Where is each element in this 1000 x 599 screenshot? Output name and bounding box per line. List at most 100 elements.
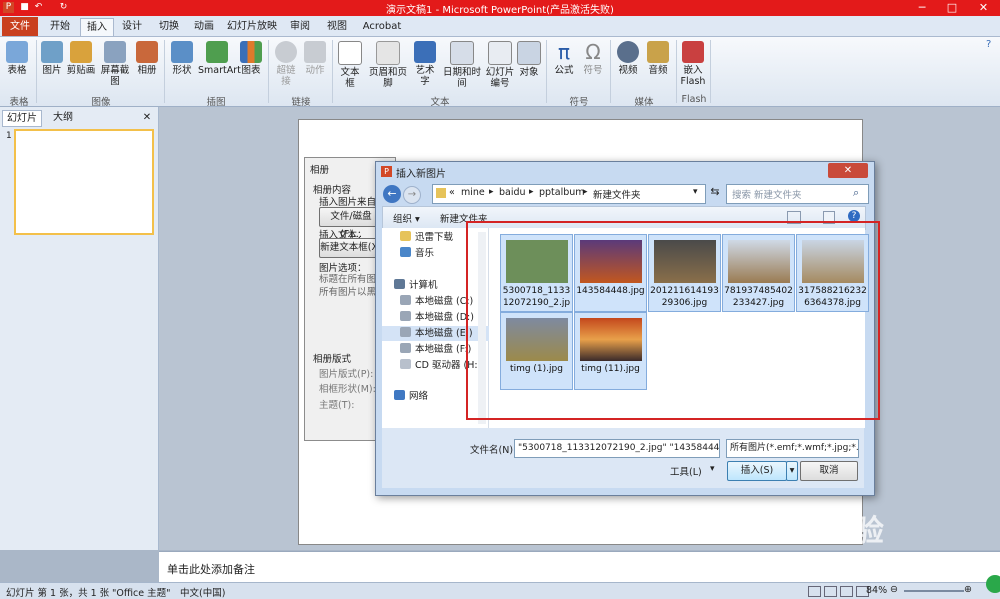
insert-dropdown-button[interactable]: ▾ <box>786 461 798 481</box>
zoom-in-icon[interactable]: ⊕ <box>964 584 972 595</box>
chart-button[interactable]: 图表 <box>238 41 264 76</box>
tab-view[interactable]: 视图 <box>321 18 353 35</box>
nav-item-xunlei[interactable]: 迅雷下载 <box>400 230 453 245</box>
minimize-button[interactable]: ─ <box>907 0 937 16</box>
header-footer-icon <box>376 41 400 65</box>
search-icon[interactable]: ⌕ <box>853 186 859 200</box>
file-disk-button[interactable]: 文件/磁盘(F)... <box>319 207 383 240</box>
object-button[interactable]: 对象 <box>516 41 542 78</box>
breadcrumb-mine[interactable]: mine <box>461 187 485 198</box>
close-icon[interactable]: ✕ <box>140 110 154 125</box>
chevron-down-icon[interactable]: ▾ <box>710 464 715 474</box>
breadcrumb-new-folder[interactable]: 新建文件夹 <box>593 187 641 201</box>
album-button[interactable]: 相册 <box>134 41 160 76</box>
nav-item-music[interactable]: 音乐 <box>400 246 434 261</box>
slide-number-button[interactable]: 幻灯片编号 <box>485 41 515 89</box>
tab-acrobat[interactable]: Acrobat <box>358 18 406 35</box>
zoom-out-icon[interactable]: ⊖ <box>890 584 898 595</box>
tools-button[interactable]: 工具(L) <box>670 464 702 478</box>
tab-outline[interactable]: 大纲 <box>44 110 82 125</box>
chevron-down-icon[interactable]: ▾ <box>693 187 698 197</box>
close-button[interactable]: ✕ <box>967 0 1000 16</box>
date-time-button[interactable]: 日期和时间 <box>440 41 484 89</box>
textbox-button[interactable]: 文本框 <box>336 41 364 89</box>
clipart-label: 剪贴画 <box>66 65 96 76</box>
breadcrumb-overflow[interactable]: « <box>449 187 455 198</box>
black-white-checkbox[interactable]: 所有图片以黑 <box>319 284 376 298</box>
audio-button[interactable]: 音频 <box>644 41 672 76</box>
group-separator <box>268 40 269 103</box>
maximize-button[interactable]: □ <box>937 0 967 16</box>
tab-insert[interactable]: 插入 <box>80 18 114 36</box>
insert-button[interactable]: 插入(S) <box>727 461 787 481</box>
smartart-button[interactable]: SmartArt <box>198 41 241 76</box>
breadcrumb-pptalbum[interactable]: pptalbum <box>539 187 585 198</box>
help-icon[interactable]: ? <box>986 39 991 50</box>
tab-slides[interactable]: 幻灯片 <box>2 110 42 127</box>
tab-transitions[interactable]: 切换 <box>153 18 185 35</box>
slide-thumbnail[interactable] <box>14 129 154 235</box>
cancel-button[interactable]: 取消 <box>800 461 858 481</box>
breadcrumb-baidu[interactable]: baidu <box>499 187 526 198</box>
chevron-right-icon[interactable]: ▸ <box>583 187 588 197</box>
chart-icon <box>240 41 262 63</box>
filename-label: 文件名(N): <box>470 445 517 456</box>
picture-label: 图片 <box>42 65 62 76</box>
chevron-right-icon[interactable]: ▸ <box>489 187 494 197</box>
network-icon <box>394 390 405 400</box>
video-button[interactable]: 视频 <box>614 41 642 76</box>
zoom-slider[interactable] <box>904 590 964 592</box>
zoom-level[interactable]: 84% <box>866 585 887 596</box>
forward-arrow-icon[interactable]: → <box>403 186 421 204</box>
captions-checkbox[interactable]: 标题在所有图 <box>319 271 376 285</box>
tab-home[interactable]: 开始 <box>44 18 76 35</box>
nav-item-computer[interactable]: 计算机 <box>394 278 438 293</box>
search-input[interactable]: 搜索 新建文件夹 ⌕ <box>726 184 869 204</box>
tab-design[interactable]: 设计 <box>116 18 148 35</box>
nav-item-drive-f[interactable]: 本地磁盘 (F:) <box>400 342 471 357</box>
screenshot-button[interactable]: 屏幕截图 <box>98 41 132 87</box>
header-footer-button[interactable]: 页眉和页脚 <box>366 41 410 89</box>
file-type-select[interactable]: 所有图片(*.emf;*.wmf;*.jpg;*.jpg <box>726 439 859 458</box>
normal-view-icon[interactable] <box>808 586 821 597</box>
address-bar[interactable]: « mine ▸ baidu ▸ pptalbum ▸ 新建文件夹 ▾ <box>432 184 706 204</box>
organize-button[interactable]: 组织 ▾ <box>393 211 420 225</box>
embed-flash-button[interactable]: 嵌入Flash <box>680 41 706 87</box>
group-label-flash: Flash <box>681 94 707 105</box>
back-arrow-icon[interactable]: ← <box>383 185 401 203</box>
picture-icon <box>41 41 63 63</box>
equation-button[interactable]: π 公式 <box>550 41 578 76</box>
reading-view-icon[interactable] <box>840 586 853 597</box>
slide-sorter-icon[interactable] <box>824 586 837 597</box>
hyperlink-button[interactable]: 超链接 <box>272 41 300 87</box>
chevron-right-icon[interactable]: ▸ <box>529 187 534 197</box>
smartart-label: SmartArt <box>198 65 241 76</box>
album-dialog-title: 相册 <box>310 165 330 176</box>
picture-layout-label: 图片版式(P): <box>319 369 374 380</box>
flash-icon <box>682 41 704 63</box>
tab-file[interactable]: 文件 <box>2 17 38 36</box>
action-button[interactable]: 动作 <box>302 41 328 76</box>
nav-item-drive-c[interactable]: 本地磁盘 (C:) <box>400 294 473 309</box>
symbol-button[interactable]: Ω 符号 <box>580 41 606 76</box>
new-textbox-button[interactable]: 新建文本框(X) <box>319 238 383 258</box>
picture-button[interactable]: 图片 <box>40 41 64 76</box>
clipart-button[interactable]: 剪贴画 <box>66 41 96 76</box>
tab-review[interactable]: 审阅 <box>284 18 316 35</box>
shapes-button[interactable]: 形状 <box>168 41 196 76</box>
embed-flash-label: 嵌入Flash <box>680 65 706 87</box>
tab-animations[interactable]: 动画 <box>188 18 220 35</box>
wordart-button[interactable]: 艺术字 <box>411 41 439 87</box>
group-separator <box>546 40 547 103</box>
object-icon <box>517 41 541 65</box>
drive-icon <box>400 295 411 305</box>
nav-item-network[interactable]: 网络 <box>394 389 428 404</box>
video-label: 视频 <box>618 65 638 76</box>
table-button[interactable]: 表格 <box>3 41 31 76</box>
refresh-icon[interactable]: ⇆ <box>708 185 722 201</box>
filename-input[interactable]: "5300718_113312072190_2.jpg" "143584448.… <box>514 439 720 458</box>
tab-slideshow[interactable]: 幻灯片放映 <box>227 18 277 35</box>
dialog-close-button[interactable]: ✕ <box>828 163 868 178</box>
nav-label: 本地磁盘 (C:) <box>415 296 474 307</box>
nav-item-drive-d[interactable]: 本地磁盘 (D:) <box>400 310 474 325</box>
